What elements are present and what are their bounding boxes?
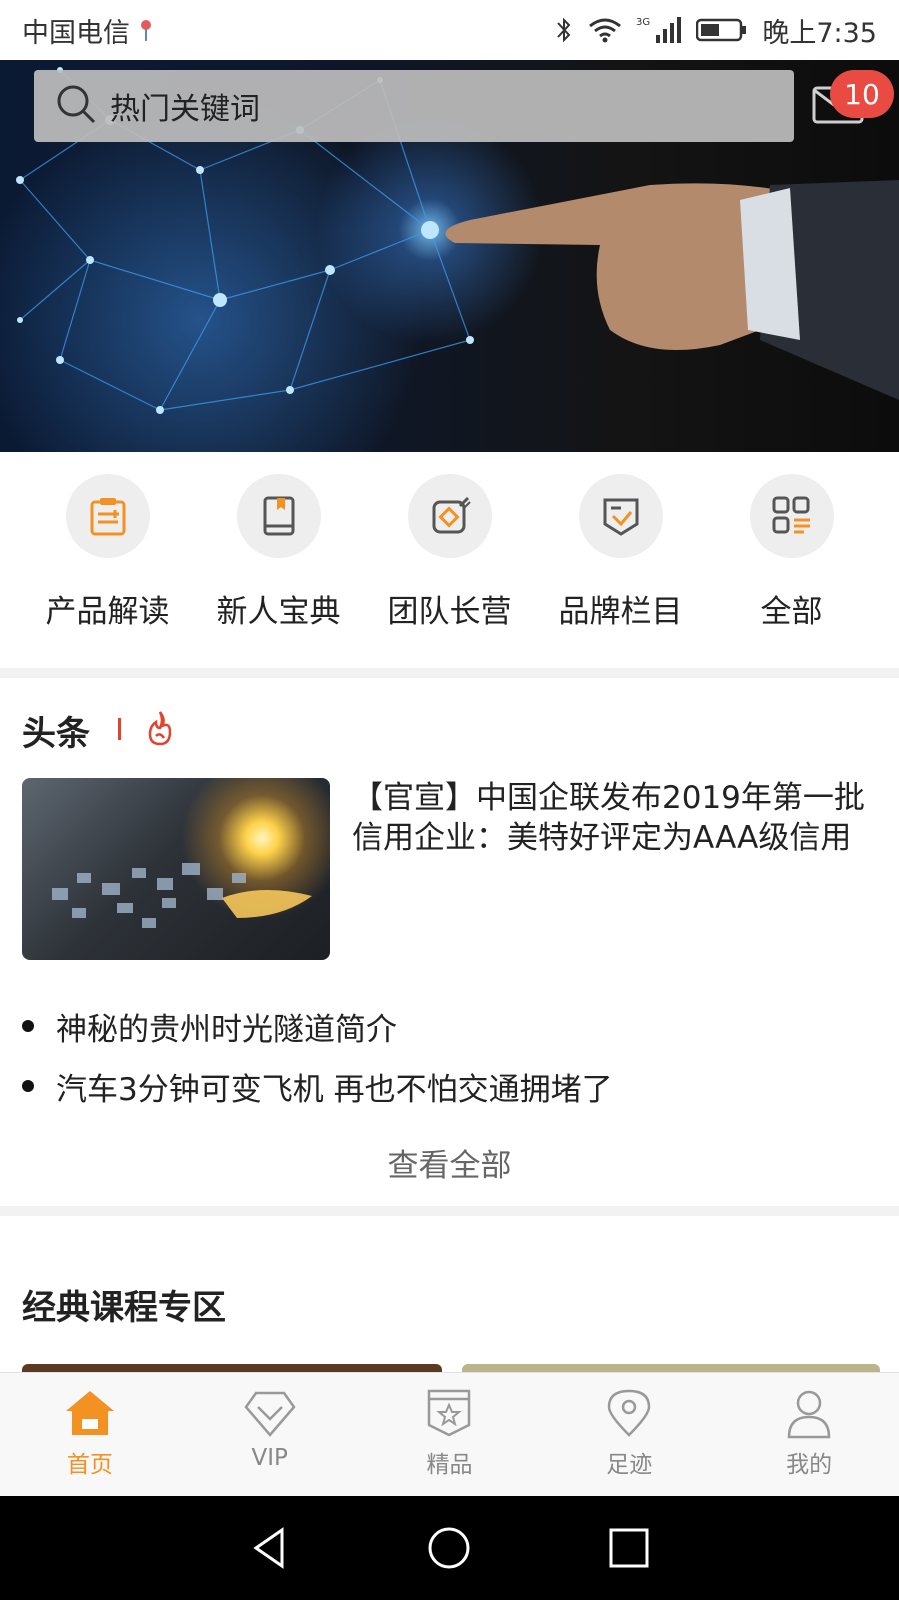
signal-icon: 3G: [636, 15, 682, 45]
bullet-icon: [22, 1020, 34, 1032]
location-pin-icon: [608, 1389, 651, 1437]
tab-label: 精品: [426, 1452, 473, 1478]
tab-vip[interactable]: VIP: [180, 1373, 360, 1496]
featured-article-title[interactable]: 【官宣】中国企联发布2019年第一批信用企业：美特好评定为AAA级信用企业: [352, 778, 882, 858]
bottom-tab-bar: 首页 VIP 精品 足迹 我的: [0, 1372, 899, 1496]
clock: 晚上7:35: [762, 17, 877, 49]
tab-label: 我的: [786, 1452, 833, 1478]
search-icon: [54, 82, 98, 130]
diamond-icon: [244, 1391, 296, 1437]
search-placeholder: 热门关键词: [110, 92, 260, 127]
course-card[interactable]: [462, 1364, 880, 1372]
courses-title: 经典课程专区: [22, 1288, 226, 1328]
list-item[interactable]: 汽车3分钟可变飞机 再也不怕交通拥堵了: [22, 1056, 882, 1116]
category-grid: 产品解读 新人宝典 团队长营 品牌栏目 全部: [0, 452, 899, 668]
book-icon: [236, 474, 321, 558]
title-separator: [118, 718, 121, 740]
fire-icon: [142, 708, 178, 752]
tab-home[interactable]: 首页: [0, 1373, 180, 1496]
article-image: [52, 863, 312, 928]
shield-check-icon: [578, 474, 663, 558]
bluetooth-icon: [554, 15, 574, 45]
home-circle-icon[interactable]: [427, 1526, 471, 1570]
grid-icon: [749, 474, 834, 558]
tab-footprint[interactable]: 足迹: [539, 1373, 719, 1496]
tab-mine[interactable]: 我的: [719, 1373, 899, 1496]
bullet-icon: [22, 1080, 34, 1092]
section-divider: [0, 1206, 899, 1216]
pointing-hand-graphic: [445, 180, 899, 400]
view-all-link[interactable]: 查看全部: [0, 1140, 899, 1185]
badge-star-icon: [428, 1389, 471, 1437]
category-all[interactable]: 全部: [712, 452, 872, 668]
network-type-label: 3G: [636, 17, 650, 28]
category-label: 品牌栏目: [558, 594, 683, 630]
category-label: 产品解读: [45, 594, 170, 630]
carrier-label: 中国电信: [22, 17, 130, 49]
course-card[interactable]: [22, 1364, 442, 1372]
location-pin-small-icon: [138, 17, 154, 43]
tab-label: 足迹: [606, 1452, 653, 1478]
list-item-text: 神秘的贵州时光隧道简介: [56, 1011, 397, 1048]
back-icon[interactable]: [248, 1526, 292, 1570]
headline-list: 神秘的贵州时光隧道简介 汽车3分钟可变飞机 再也不怕交通拥堵了: [22, 996, 882, 1116]
featured-article-thumbnail[interactable]: [22, 778, 330, 960]
user-icon: [787, 1390, 831, 1439]
list-item[interactable]: 神秘的贵州时光隧道简介: [22, 996, 882, 1056]
category-label: 新人宝典: [216, 594, 341, 630]
clipboard-icon: [65, 474, 150, 558]
edit-square-icon: [407, 474, 492, 558]
category-brand-column[interactable]: 品牌栏目: [541, 452, 701, 668]
home-icon: [65, 1391, 114, 1435]
section-divider: [0, 668, 899, 678]
category-label: 全部: [760, 594, 823, 630]
category-team-leader-camp[interactable]: 团队长营: [370, 452, 530, 668]
recents-icon[interactable]: [607, 1526, 651, 1570]
tab-label: VIP: [251, 1445, 288, 1471]
battery-icon: [696, 17, 748, 43]
category-label: 团队长营: [387, 594, 512, 630]
wifi-icon: [588, 16, 622, 44]
tab-label: 首页: [66, 1452, 113, 1478]
list-item-text: 汽车3分钟可变飞机 再也不怕交通拥堵了: [56, 1071, 613, 1108]
status-bar: 中国电信 3G 晚上7:35: [0, 0, 899, 60]
tab-premium[interactable]: 精品: [360, 1373, 540, 1496]
category-newcomer-guide[interactable]: 新人宝典: [199, 452, 359, 668]
headlines-title: 头条: [22, 714, 90, 754]
system-navigation-bar: [0, 1496, 899, 1600]
message-count-badge: 10: [830, 70, 894, 118]
category-product-reading[interactable]: 产品解读: [28, 452, 188, 668]
search-input[interactable]: 热门关键词: [34, 70, 794, 142]
